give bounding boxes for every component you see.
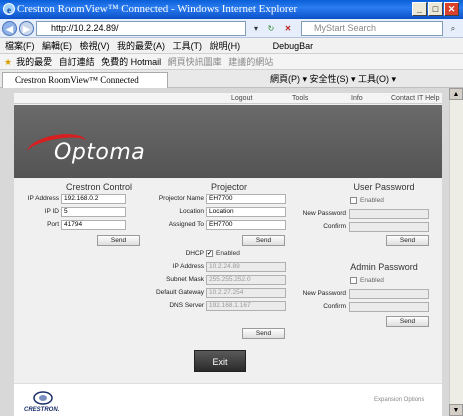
window-title: Crestron RoomView™ Connected - Windows I…: [17, 3, 298, 15]
net-gateway-label: Default Gateway: [155, 289, 204, 296]
net-ip-input[interactable]: 10.2.24.89: [206, 262, 286, 272]
net-ip-label: IP Address: [172, 263, 204, 270]
scroll-down-icon[interactable]: ▼: [449, 404, 463, 416]
exit-button[interactable]: Exit: [194, 350, 246, 372]
projector-send-button[interactable]: Send: [242, 235, 285, 246]
dhcp-label: DHCP: [185, 250, 204, 257]
net-subnet-label: Subnet Mask: [166, 276, 204, 283]
net-dns-input[interactable]: 192.168.1.167: [206, 301, 286, 311]
admin-password-send-button[interactable]: Send: [386, 316, 429, 327]
network-send-button[interactable]: Send: [242, 328, 285, 339]
menu-edit[interactable]: 編輯(E): [42, 41, 72, 51]
brand-banner: Optoma: [14, 105, 442, 178]
back-button[interactable]: ◀: [2, 21, 17, 36]
projector-title: Projector: [210, 182, 247, 192]
favorites-label[interactable]: 我的最愛: [16, 57, 52, 67]
menu-tools[interactable]: 工具(T): [173, 41, 203, 51]
menu-favorites[interactable]: 我的最愛(A): [117, 41, 165, 51]
menu-bar: 檔案(F) 編輯(E) 檢視(V) 我的最愛(A) 工具(T) 說明(H) De…: [0, 38, 463, 54]
menu-help[interactable]: 說明(H): [210, 41, 241, 51]
admin-confirm-label: Confirm: [323, 303, 346, 310]
user-password-enabled-label: Enabled: [360, 197, 384, 204]
user-password-checkbox[interactable]: [350, 197, 357, 204]
fav-link-suggested[interactable]: 建議的網站: [228, 57, 273, 67]
favorites-star-icon: ★: [4, 57, 13, 67]
net-subnet-input[interactable]: 255.255.252.0: [206, 275, 286, 285]
roomview-page: Logout Tools Info Contact IT Help Optoma…: [14, 93, 442, 416]
address-dropdown-icon[interactable]: ▾: [250, 22, 262, 35]
menu-file[interactable]: 檔案(F): [5, 41, 35, 51]
crestron-control-title: Crestron Control: [65, 182, 133, 192]
close-button[interactable]: ✕: [444, 2, 459, 16]
info-link[interactable]: Info: [351, 94, 363, 103]
crestron-logo-text: CRESTRON.: [24, 407, 60, 413]
menu-view[interactable]: 檢視(V): [80, 41, 110, 51]
expansion-options-link[interactable]: Expansion Options: [374, 397, 424, 403]
navigation-bar: ◀ ▶ http://10.2.24.89/ ▾ ↻ ✕ MyStart Sea…: [0, 19, 463, 38]
search-icon[interactable]: ⌕: [446, 22, 460, 35]
vertical-scrollbar[interactable]: [449, 88, 463, 416]
projector-location-input[interactable]: Location: [206, 207, 286, 217]
menu-debugbar[interactable]: DebugBar: [273, 41, 314, 51]
user-password-title: User Password: [353, 182, 415, 192]
stop-icon[interactable]: ✕: [281, 22, 295, 35]
address-text: http://10.2.24.89/: [51, 23, 119, 33]
net-dns-label: DNS Server: [169, 302, 204, 309]
optoma-logo: Optoma: [54, 140, 146, 165]
refresh-icon[interactable]: ↻: [264, 22, 278, 35]
user-confirm-input[interactable]: [349, 222, 429, 232]
scroll-up-icon[interactable]: ▲: [449, 88, 463, 100]
admin-confirm-input[interactable]: [349, 302, 429, 312]
tools-link[interactable]: Tools: [292, 94, 308, 103]
crestron-ip-label: IP Address: [27, 195, 59, 202]
dhcp-checkbox[interactable]: ✓: [206, 250, 213, 257]
page-footer: CRESTRON. Expansion Options: [14, 383, 442, 416]
admin-password-title: Admin Password: [350, 262, 418, 272]
address-bar[interactable]: http://10.2.24.89/: [36, 21, 246, 36]
admin-new-password-input[interactable]: [349, 289, 429, 299]
projector-assigned-label: Assigned To: [168, 221, 204, 228]
crestron-ipid-label: IP ID: [44, 208, 59, 215]
crestron-send-button[interactable]: Send: [97, 235, 140, 246]
projector-name-input[interactable]: EH7700: [206, 194, 286, 204]
forward-button[interactable]: ▶: [19, 21, 34, 36]
crestron-port-label: Port: [47, 221, 59, 228]
crestron-port-input[interactable]: 41794: [61, 220, 126, 230]
window-title-bar: Crestron RoomView™ Connected - Windows I…: [0, 0, 463, 19]
ie-logo-icon: e: [3, 3, 15, 15]
maximize-button[interactable]: □: [428, 2, 443, 16]
admin-password-enabled-label: Enabled: [360, 277, 384, 284]
admin-password-checkbox[interactable]: [350, 277, 357, 284]
tab-bar: Crestron RoomView™ Connected 網頁(P) ▾ 安全性…: [0, 70, 463, 88]
fav-link-hotmail[interactable]: 免費的 Hotmail: [101, 57, 161, 67]
content-area: Logout Tools Info Contact IT Help Optoma…: [0, 88, 449, 416]
projector-name-label: Projector Name: [158, 195, 204, 202]
user-confirm-label: Confirm: [323, 223, 346, 230]
user-new-password-input[interactable]: [349, 209, 429, 219]
projector-location-label: Location: [179, 208, 204, 215]
search-placeholder: MyStart Search: [314, 23, 377, 33]
tab-title: Crestron RoomView™ Connected: [15, 75, 139, 85]
fav-link-custom[interactable]: 自訂連結: [59, 57, 95, 67]
search-input[interactable]: MyStart Search: [301, 21, 443, 36]
minimize-button[interactable]: _: [412, 2, 427, 16]
net-gateway-input[interactable]: 10.2.27.254: [206, 288, 286, 298]
user-password-send-button[interactable]: Send: [386, 235, 429, 246]
top-nav: Logout Tools Info Contact IT Help: [14, 93, 442, 104]
crestron-ip-input[interactable]: 192.168.0.2: [61, 194, 126, 204]
projector-assigned-input[interactable]: EH7700: [206, 220, 286, 230]
tab-crestron[interactable]: Crestron RoomView™ Connected: [2, 72, 168, 88]
dhcp-enabled-label: Enabled: [216, 250, 240, 257]
crestron-ipid-input[interactable]: 5: [61, 207, 126, 217]
fav-link-gallery[interactable]: 網頁快訊圖庫: [168, 57, 222, 67]
command-bar[interactable]: 網頁(P) ▾ 安全性(S) ▾ 工具(O) ▾: [270, 70, 396, 88]
favorites-bar: ★ 我的最愛 自訂連結 免費的 Hotmail 網頁快訊圖庫 建議的網站: [0, 54, 463, 70]
logout-link[interactable]: Logout: [231, 94, 252, 103]
admin-new-password-label: New Password: [302, 290, 346, 297]
contact-it-help-link[interactable]: Contact IT Help: [391, 94, 440, 103]
user-new-password-label: New Password: [302, 210, 346, 217]
